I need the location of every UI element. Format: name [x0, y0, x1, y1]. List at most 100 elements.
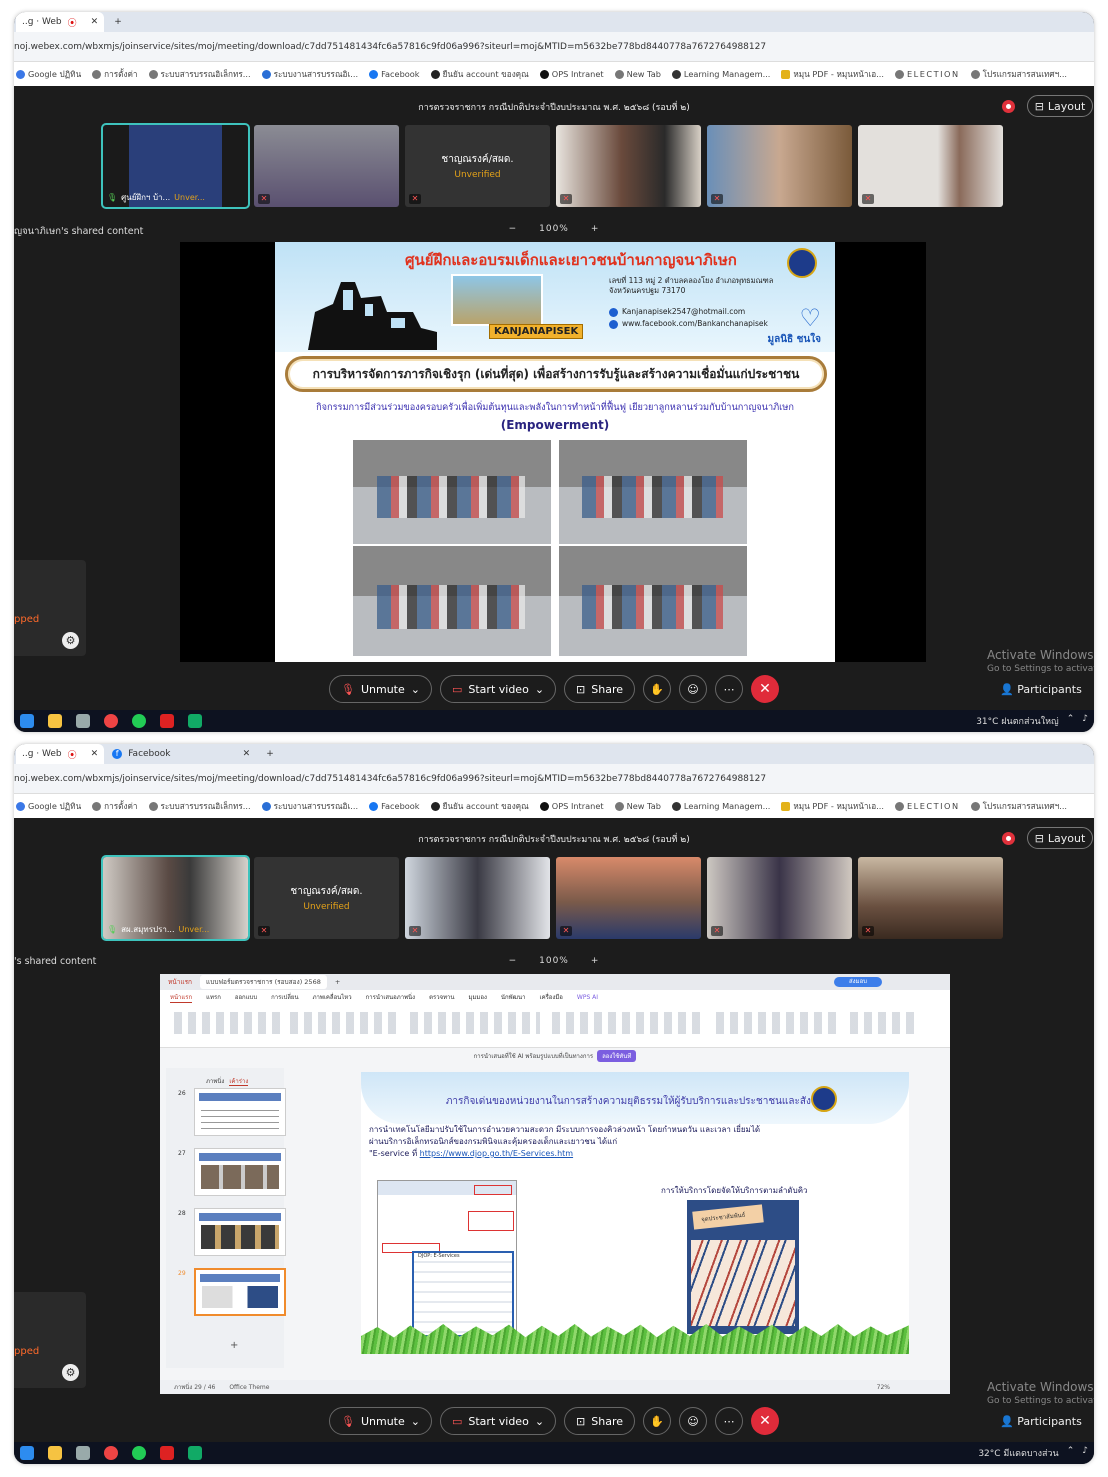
leave-meeting-button[interactable]: ✕	[751, 1407, 779, 1435]
participant-tile[interactable]: ✕	[254, 125, 399, 207]
bookmark-ops-intranet[interactable]: OPS Intranet	[539, 801, 604, 811]
layout-button[interactable]: ⊟ Layout	[1027, 95, 1093, 117]
bookmark-program[interactable]: โปรแกรมสารสนเทศฯ...	[970, 68, 1067, 81]
menu-review[interactable]: ตรวจทาน	[429, 992, 454, 1002]
line-icon[interactable]	[132, 714, 146, 728]
participants-button[interactable]: 👤 Participants	[1000, 1415, 1082, 1428]
reactions-button[interactable]: ☺	[679, 1407, 707, 1435]
menu-transition[interactable]: การเปลี่ยน	[271, 992, 298, 1002]
zoom-out-button[interactable]: −	[509, 956, 518, 966]
slide-thumbnail-selected[interactable]	[194, 1268, 286, 1316]
participant-tile[interactable]: ✕	[707, 857, 852, 939]
bookmark-account[interactable]: ยืนยัน account ของคุณ	[430, 800, 529, 813]
browser-tab-webex[interactable]: ..g · Web ⦿ ✕	[16, 744, 105, 764]
bookmark-saraban-1[interactable]: ระบบสารบรรณอิเล็กทร...	[148, 800, 251, 813]
font-tools[interactable]	[410, 1012, 540, 1034]
bookmark-learning[interactable]: Learning Managem...	[671, 69, 770, 79]
bookmark-program[interactable]: โปรแกรมสารสนเทศฯ...	[970, 800, 1067, 813]
zoom-in-button[interactable]: +	[591, 224, 600, 234]
file-explorer-icon[interactable]	[48, 714, 62, 728]
bookmark-new-tab[interactable]: New Tab	[614, 69, 661, 79]
chevron-up-icon[interactable]: ⌃	[1067, 714, 1075, 728]
unmute-button[interactable]: 🎙 Unmute ⌄	[329, 1407, 432, 1435]
volume-icon[interactable]: ♪	[1082, 1446, 1088, 1460]
browser-tab-facebook[interactable]: f Facebook ✕	[106, 744, 256, 764]
browser-tab-webex[interactable]: ..g · Web ⦿ ✕	[16, 12, 105, 32]
bookmark-settings[interactable]: การตั้งค่า	[92, 800, 138, 813]
bookmark-facebook[interactable]: Facebook	[369, 801, 420, 811]
slide-thumbnail[interactable]	[194, 1148, 286, 1196]
bookmark-saraban-2[interactable]: ระบบงานสารบรรณอิเ...	[261, 800, 358, 813]
close-tab-icon[interactable]: ✕	[243, 749, 251, 759]
address-bar[interactable]: noj.webex.com/wbxmjs/joinservice/sites/m…	[14, 32, 1094, 62]
leave-meeting-button[interactable]: ✕	[751, 675, 779, 703]
app-icon[interactable]	[76, 714, 90, 728]
menu-developer[interactable]: นักพัฒนา	[501, 992, 526, 1002]
participant-tile[interactable]: 🎙 ศูนย์ฝึกฯ บ้า... Unver...	[101, 123, 250, 209]
line-icon[interactable]	[132, 1446, 146, 1460]
bookmark-election[interactable]: ELECTION	[895, 801, 960, 811]
start-video-button[interactable]: ▭ Start video ⌄	[439, 675, 557, 703]
participant-tile[interactable]: ✕	[405, 857, 550, 939]
new-tab-button[interactable]: +	[335, 978, 340, 986]
gear-icon[interactable]: ⚙	[62, 1364, 79, 1381]
menu-design[interactable]: ออกแบบ	[235, 992, 257, 1002]
volume-icon[interactable]: ♪	[1082, 714, 1088, 728]
more-options-button[interactable]: ⋯	[715, 675, 743, 703]
start-icon[interactable]	[20, 714, 34, 728]
paragraph-tools[interactable]	[552, 1012, 702, 1034]
app-icon[interactable]	[76, 1446, 90, 1460]
wps-share-button[interactable]: ส่งมอบ	[834, 977, 882, 987]
reactions-button[interactable]: ☺	[679, 675, 707, 703]
ai-try-button[interactable]: ลองใช้ทันที	[597, 1050, 637, 1062]
editing-tools[interactable]	[850, 1012, 920, 1034]
add-slide-button[interactable]: +	[230, 1340, 238, 1351]
participant-tile[interactable]: 🎙 สผ.สมุทรปรา... Unver...	[101, 855, 250, 941]
menu-wps-ai[interactable]: WPS AI	[577, 994, 598, 1001]
bookmark-account[interactable]: ยืนยัน account ของคุณ	[430, 68, 529, 81]
bookmark-new-tab[interactable]: New Tab	[614, 801, 661, 811]
chrome-icon[interactable]	[104, 1446, 118, 1460]
raise-hand-button[interactable]: ✋	[643, 675, 671, 703]
bookmark-saraban-2[interactable]: ระบบงานสารบรรณอิเ...	[261, 68, 358, 81]
menu-view[interactable]: มุมมอง	[469, 992, 487, 1002]
chevron-up-icon[interactable]: ⌃	[1067, 1446, 1075, 1460]
participant-tile[interactable]: ชาญณรงค์/สผด. Unverified ✕	[405, 125, 550, 207]
participant-tile[interactable]: ✕	[556, 857, 701, 939]
bookmark-ops-intranet[interactable]: OPS Intranet	[539, 69, 604, 79]
bookmark-election[interactable]: ELECTION	[895, 69, 960, 79]
bookmark-google-calendar[interactable]: Google ปฏิทิน	[16, 800, 81, 813]
close-tab-icon[interactable]: ✕	[91, 749, 99, 759]
menu-tools[interactable]: เครื่องมือ	[540, 992, 563, 1002]
address-bar[interactable]: noj.webex.com/wbxmjs/joinservice/sites/m…	[14, 764, 1094, 794]
menu-slideshow[interactable]: การนำเสนอภาพนิ่ง	[366, 992, 415, 1002]
chrome-icon[interactable]	[104, 714, 118, 728]
participant-tile[interactable]: ✕	[556, 125, 701, 207]
bookmark-saraban-1[interactable]: ระบบสารบรรณอิเล็กทร...	[148, 68, 251, 81]
bookmark-pdf[interactable]: หมุน PDF - หมุนหน้าเอ...	[781, 68, 884, 81]
participant-tile[interactable]: ✕	[858, 857, 1003, 939]
participants-button[interactable]: 👤 Participants	[1000, 683, 1082, 696]
sheet-icon[interactable]	[188, 1446, 202, 1460]
slide-thumbnail[interactable]	[194, 1208, 286, 1256]
bookmark-google-calendar[interactable]: Google ปฏิทิน	[16, 68, 81, 81]
slide-tools[interactable]	[290, 1012, 400, 1034]
bookmark-facebook[interactable]: Facebook	[369, 69, 420, 79]
close-tab-icon[interactable]: ✕	[91, 17, 99, 27]
file-explorer-icon[interactable]	[48, 1446, 62, 1460]
wps-home-tab[interactable]: หน้าแรก	[168, 977, 192, 987]
e-services-link[interactable]: https://www.djop.go.th/E-Services.htm	[420, 1149, 573, 1158]
raise-hand-button[interactable]: ✋	[643, 1407, 671, 1435]
zoom-level[interactable]: 72%	[877, 1384, 890, 1391]
gear-icon[interactable]: ⚙	[62, 632, 79, 649]
more-options-button[interactable]: ⋯	[715, 1407, 743, 1435]
menu-animation[interactable]: ภาพเคลื่อนไหว	[313, 992, 352, 1002]
drawing-tools[interactable]	[716, 1012, 836, 1034]
menu-insert[interactable]: แทรก	[206, 992, 221, 1002]
bookmark-learning[interactable]: Learning Managem...	[671, 801, 770, 811]
recording-indicator-icon[interactable]	[1002, 100, 1015, 113]
wps-icon[interactable]	[160, 714, 174, 728]
bookmark-pdf[interactable]: หมุน PDF - หมุนหน้าเอ...	[781, 800, 884, 813]
layout-button[interactable]: ⊟ Layout	[1027, 827, 1093, 849]
start-icon[interactable]	[20, 1446, 34, 1460]
